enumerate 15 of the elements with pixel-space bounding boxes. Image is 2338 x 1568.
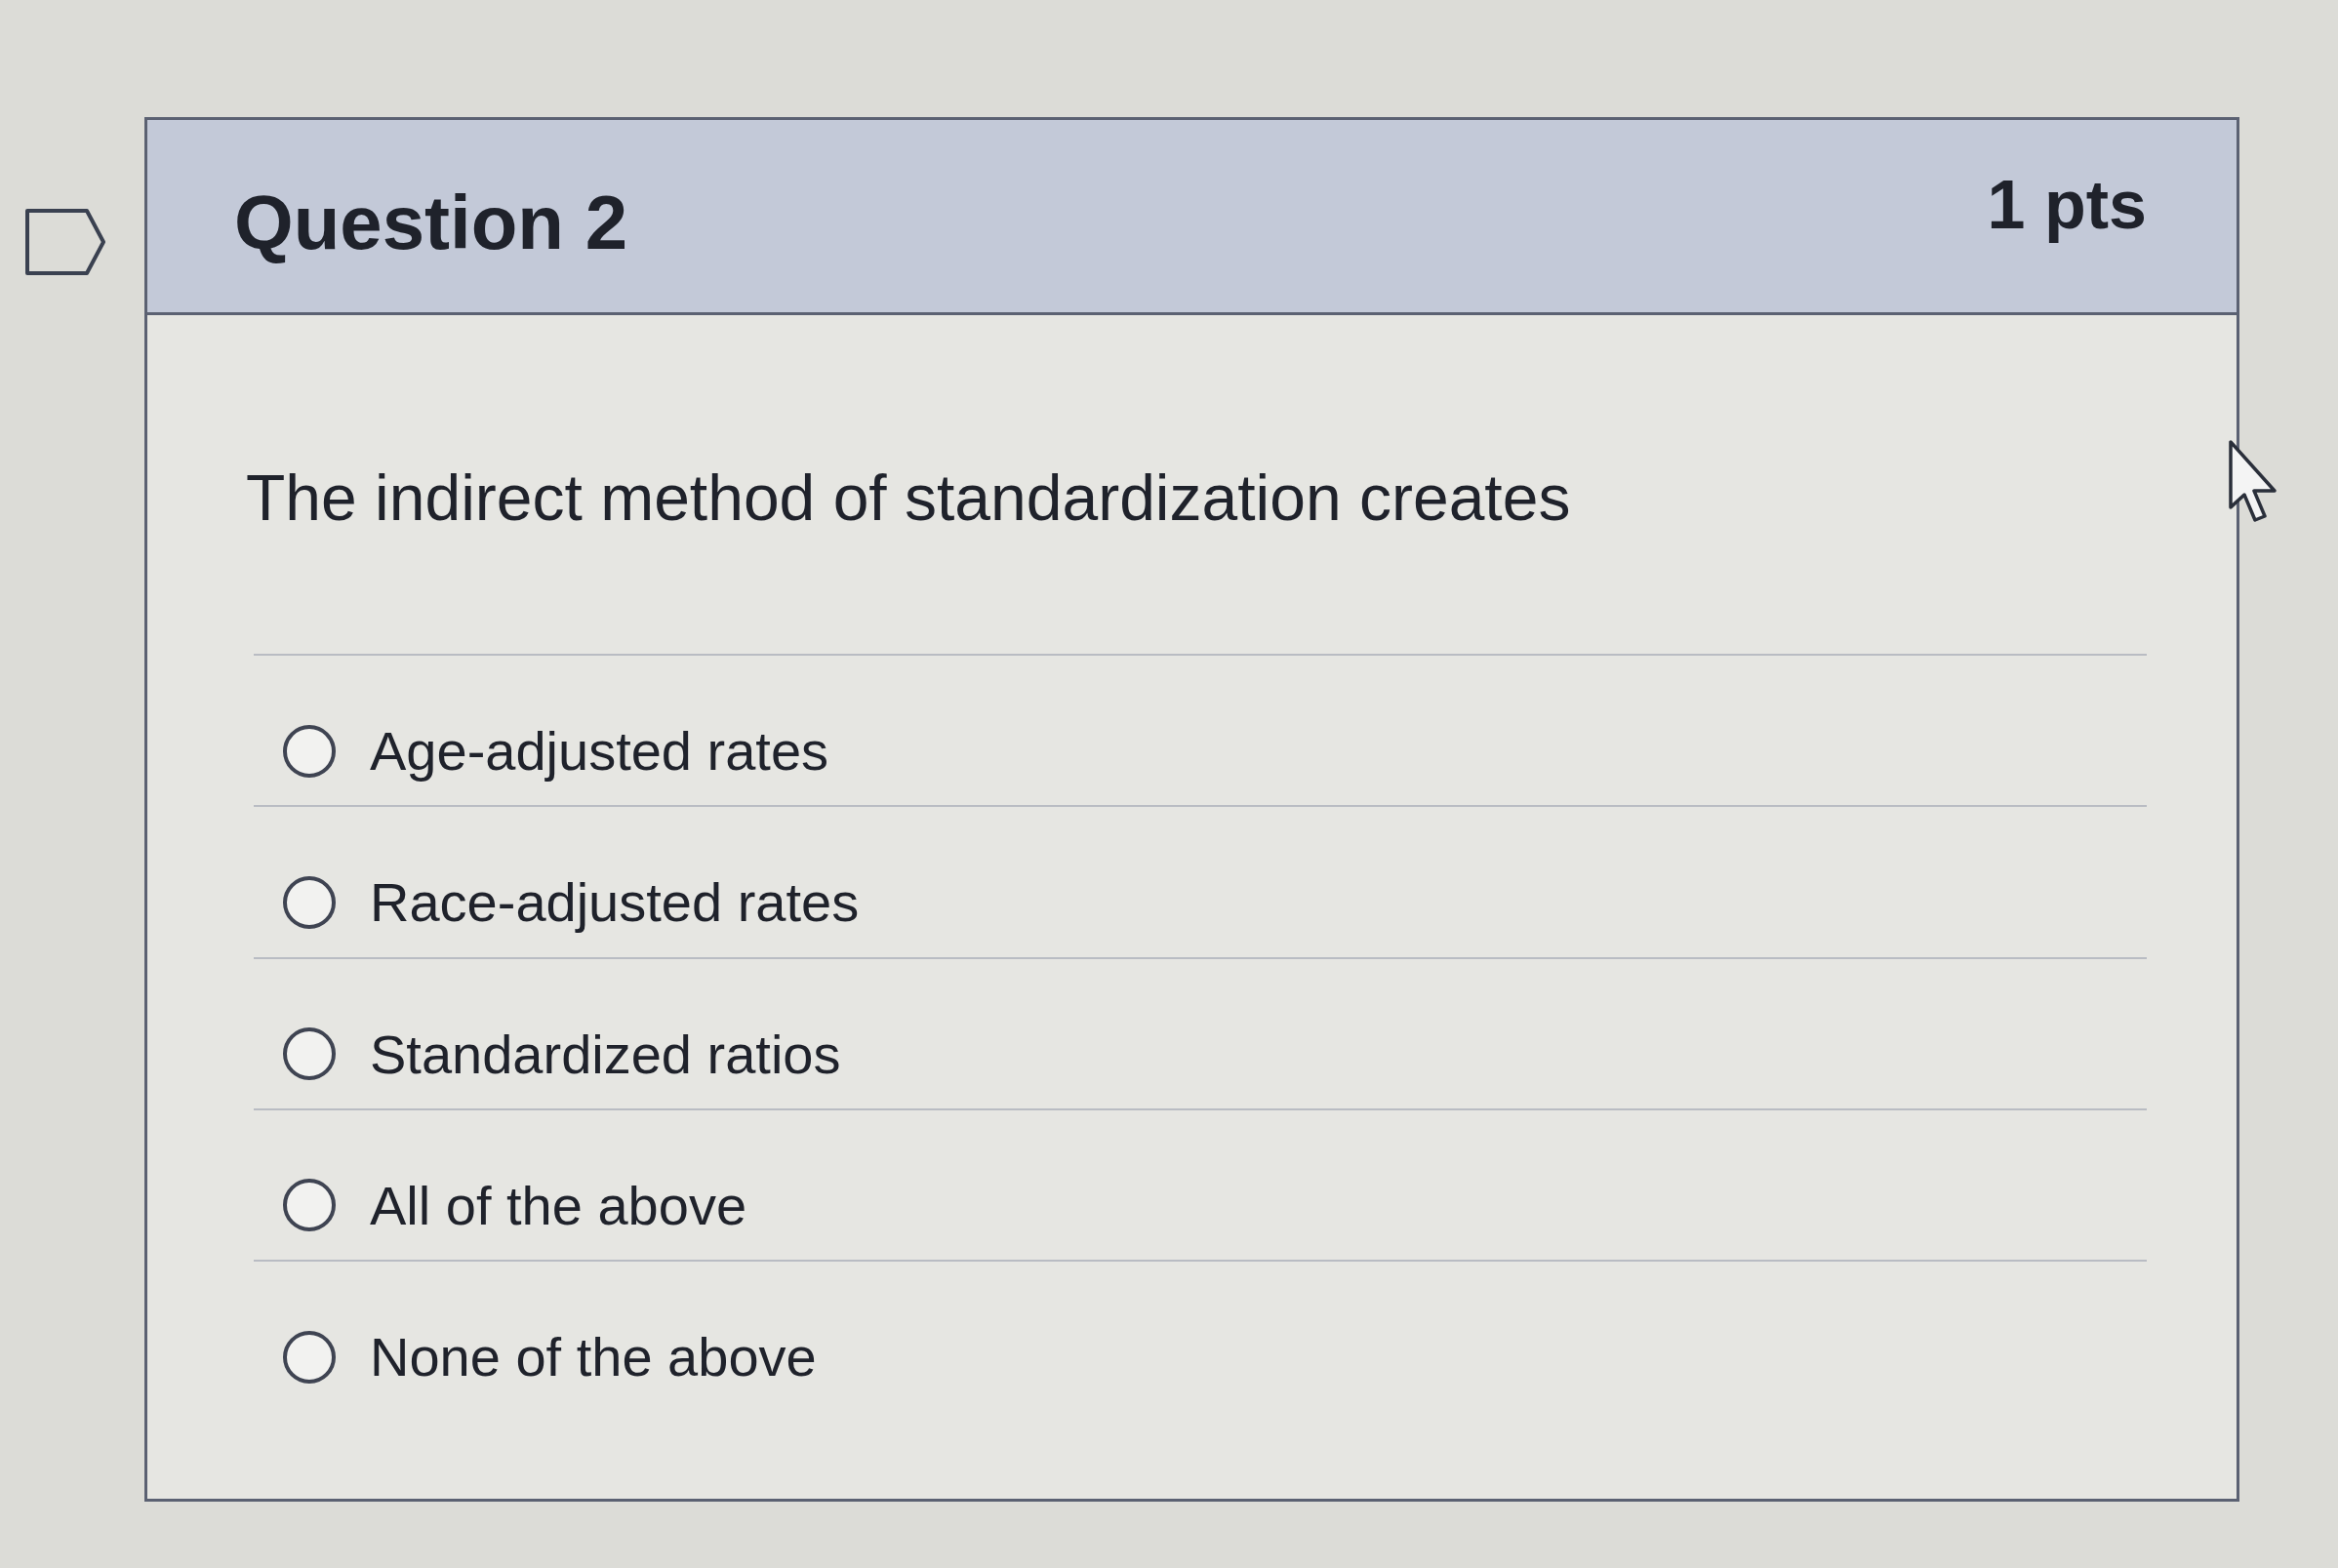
radio-button[interactable] [283,1330,336,1384]
answer-option[interactable]: Race-adjusted rates [254,807,2147,959]
radio-button[interactable] [283,1179,336,1232]
mouse-pointer-icon [2228,439,2278,523]
radio-button[interactable] [283,875,336,929]
answer-option[interactable]: Standardized ratios [254,958,2147,1110]
question-text: The indirect method of standardization creates [246,461,1571,536]
answer-option[interactable]: None of the above [254,1261,2147,1412]
question-title: Question 2 [234,178,628,265]
flag-icon[interactable] [24,208,106,276]
radio-button[interactable] [283,1027,336,1081]
points-label: 1 pts [1987,168,2147,245]
answer-option[interactable]: Age-adjusted rates [254,656,2147,808]
answer-option[interactable]: All of the above [254,1109,2147,1262]
radio-button[interactable] [283,724,336,778]
